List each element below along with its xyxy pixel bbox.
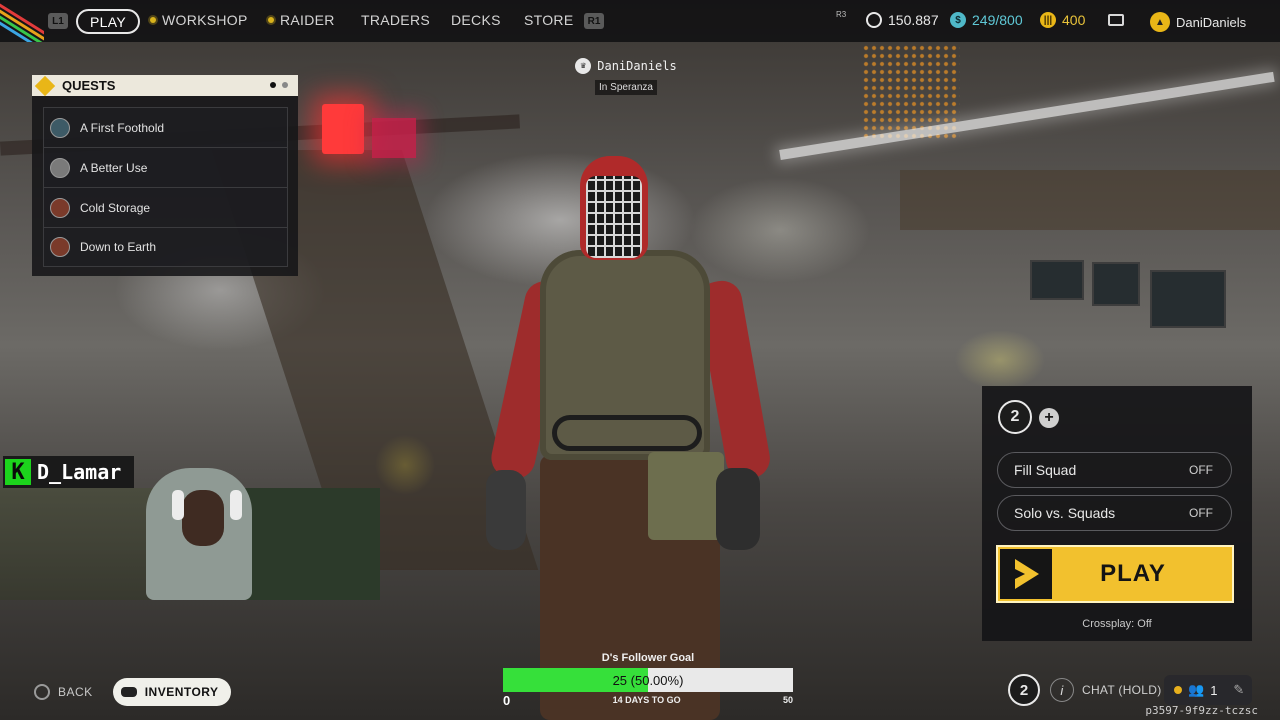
nav-tab-decks[interactable]: DECKS (451, 12, 501, 28)
coins-display[interactable]: 150.887 (866, 12, 939, 28)
squad-emblem-small-icon[interactable]: 2 (1008, 674, 1040, 706)
goal-days-left: 14 DAYS TO GO (612, 695, 681, 705)
info-icon: i (1050, 678, 1074, 702)
streamer-badge: K (5, 459, 31, 485)
quest-item[interactable]: Down to Earth (43, 227, 288, 267)
quest-giver-avatar (50, 157, 70, 178)
goal-title: D's Follower Goal (601, 652, 695, 664)
quest-diamond-icon (34, 75, 56, 96)
player-name-tag: ♛ DaniDaniels In Speranza (574, 58, 678, 95)
storage-icon: $ (950, 12, 966, 28)
quests-pager[interactable] (270, 82, 288, 88)
quests-title: QUESTS (62, 78, 116, 93)
chevron-icon (1000, 549, 1052, 599)
quest-giver-avatar (50, 237, 70, 257)
online-dot (1174, 686, 1182, 694)
r1-button-hint: R1 (584, 13, 604, 29)
goal-min: 0 (503, 692, 511, 708)
profile-button[interactable]: ▲ DaniDaniels (1150, 12, 1246, 32)
inventory-button[interactable]: INVENTORY (112, 678, 231, 706)
pencil-icon: ✎ (1233, 682, 1245, 697)
play-button[interactable]: PLAY (996, 545, 1234, 603)
quest-item[interactable]: A Better Use (43, 147, 288, 187)
page-dot-active[interactable] (270, 82, 276, 88)
invite-player-button[interactable]: + (1039, 408, 1059, 428)
streamer-name: D_Lamar (37, 460, 122, 484)
quest-giver-avatar (50, 117, 70, 138)
solo-vs-squads-toggle[interactable]: Solo vs. Squads OFF (997, 495, 1232, 531)
r3-button-hint: R3 (836, 10, 847, 19)
pink-neon-sign (372, 118, 416, 158)
red-neon-sign (322, 104, 364, 154)
circle-button-icon (34, 684, 50, 700)
back-button[interactable]: BACK (34, 684, 93, 700)
squad-emblem-icon[interactable]: 2 (998, 400, 1032, 434)
quest-item[interactable]: A First Foothold (43, 107, 288, 147)
l1-button-hint: L1 (48, 13, 68, 29)
goal-progress-text: 25 (50.00%) (612, 672, 684, 688)
nav-tab-workshop[interactable]: WORKSHOP (150, 12, 248, 28)
notification-dot (150, 17, 156, 23)
friends-icon: 👥 (1188, 682, 1205, 697)
top-nav-bar: L1 PLAY WORKSHOP RAIDER TRADERS DECKS ST… (0, 0, 1280, 42)
streamer-label: K D_Lamar (3, 456, 134, 488)
goal-max: 50 (782, 695, 793, 705)
player-location: In Speranza (595, 80, 657, 95)
bottom-left-actions: BACK INVENTORY (34, 678, 231, 706)
profile-icon: ▲ (1150, 12, 1170, 32)
crossplay-status: Crossplay: Off (1082, 618, 1152, 630)
follower-goal-widget: D's Follower Goal 25 (50.00%) 0 14 DAYS … (503, 652, 793, 708)
chat-button[interactable]: i CHAT (HOLD) (1050, 678, 1162, 702)
quest-list: A First Foothold A Better Use Cold Stora… (43, 107, 288, 267)
quests-panel: QUESTS A First Foothold A Better Use Col… (32, 75, 298, 276)
friends-button[interactable]: 👥 1 ✎ (1164, 675, 1252, 705)
touchpad-icon (120, 687, 137, 697)
nav-tab-play[interactable]: PLAY (76, 9, 140, 34)
session-id: p3597-9f9zz-tczsc (1145, 704, 1258, 717)
quest-giver-avatar (50, 197, 70, 218)
headphones-icon (172, 490, 184, 520)
shield-icon (866, 12, 882, 28)
raider-tokens-display[interactable]: ||| 400 (1040, 12, 1085, 28)
storage-display[interactable]: $ 249/800 (950, 12, 1023, 28)
quests-header: QUESTS (32, 75, 298, 96)
notification-dot (268, 17, 274, 23)
squad-panel: 2 + Fill Squad OFF Solo vs. Squads OFF P… (982, 386, 1252, 641)
mail-icon[interactable] (1108, 14, 1124, 26)
streamer-webcam (0, 468, 380, 600)
nav-tab-raider[interactable]: RAIDER (268, 12, 335, 28)
nav-tab-traders[interactable]: TRADERS (361, 12, 430, 28)
player-name: DaniDaniels (597, 59, 677, 73)
ceiling-light (779, 71, 1275, 160)
page-dot[interactable] (282, 82, 288, 88)
tokens-icon: ||| (1040, 12, 1056, 28)
goal-progress-bar: 25 (50.00%) (503, 668, 793, 692)
brand-stripes (0, 0, 44, 42)
quest-item[interactable]: Cold Storage (43, 187, 288, 227)
nav-tab-store[interactable]: STORE (524, 12, 573, 28)
crown-icon: ♛ (575, 58, 592, 74)
fill-squad-toggle[interactable]: Fill Squad OFF (997, 452, 1232, 488)
